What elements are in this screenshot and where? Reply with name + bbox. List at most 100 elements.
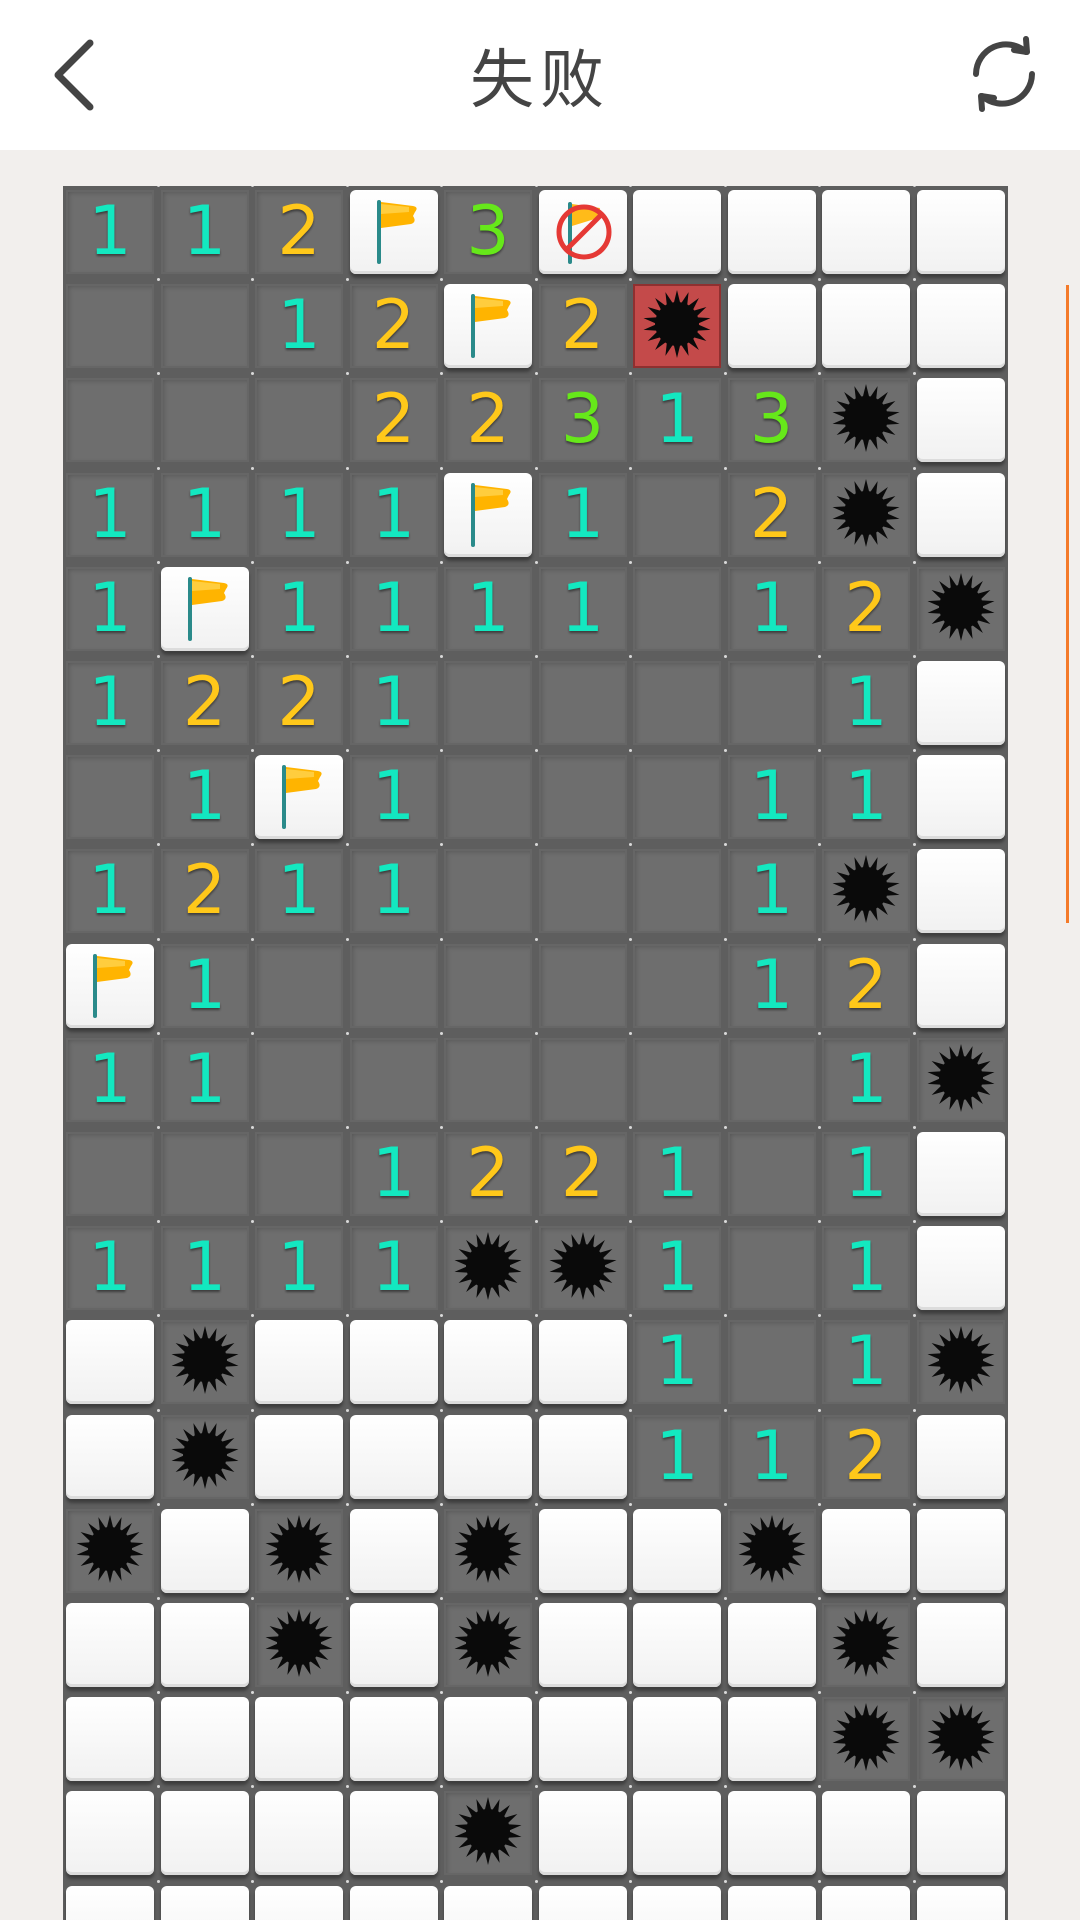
board-cell[interactable] <box>444 661 532 745</box>
board-cell[interactable]: 2 <box>444 1132 532 1216</box>
board-cell[interactable] <box>822 1508 910 1593</box>
board-cell[interactable]: 1 <box>255 1226 343 1311</box>
board-cell[interactable] <box>538 1791 627 1876</box>
board-cell[interactable]: 3 <box>727 378 816 463</box>
board-cell[interactable] <box>255 1885 343 1920</box>
board-cell[interactable] <box>822 1791 910 1876</box>
board-cell[interactable] <box>444 755 532 840</box>
board-cell[interactable] <box>633 1037 721 1122</box>
board-cell[interactable] <box>349 1508 438 1593</box>
board-cell[interactable]: 1 <box>822 755 910 840</box>
board-cell[interactable] <box>444 284 532 369</box>
board-cell[interactable] <box>727 1132 816 1216</box>
board-cell[interactable] <box>349 1414 438 1499</box>
board-cell[interactable]: 1 <box>349 755 438 840</box>
board-cell[interactable] <box>538 1226 627 1311</box>
board-cell[interactable] <box>916 1037 1005 1122</box>
board-cell[interactable] <box>255 1508 343 1593</box>
board-cell[interactable] <box>349 1320 438 1405</box>
board-cell[interactable]: 1 <box>349 1132 438 1216</box>
board-cell[interactable] <box>66 755 154 840</box>
board-cell[interactable]: 1 <box>66 661 154 745</box>
board-cell[interactable] <box>160 378 249 463</box>
board-cell[interactable] <box>160 1791 249 1876</box>
board-cell[interactable] <box>66 1320 154 1405</box>
board-cell[interactable] <box>444 849 532 934</box>
board-cell[interactable] <box>349 1603 438 1687</box>
board-cell[interactable] <box>916 1697 1005 1782</box>
board-cell[interactable] <box>633 1885 721 1920</box>
board-cell[interactable] <box>538 190 627 274</box>
board-cell[interactable] <box>916 284 1005 369</box>
board-cell[interactable] <box>538 1320 627 1405</box>
board-cell[interactable] <box>66 1885 154 1920</box>
board-cell[interactable] <box>255 755 343 840</box>
board-cell[interactable]: 2 <box>349 378 438 463</box>
board-cell[interactable] <box>916 472 1005 557</box>
board-cell[interactable] <box>727 1508 816 1593</box>
board-cell[interactable]: 2 <box>822 943 910 1028</box>
board-cell[interactable]: 1 <box>349 1226 438 1311</box>
board-cell[interactable] <box>255 1320 343 1405</box>
board-cell[interactable] <box>538 755 627 840</box>
board-cell[interactable]: 2 <box>538 284 627 369</box>
board-cell[interactable] <box>822 1697 910 1782</box>
board-cell[interactable] <box>66 1603 154 1687</box>
board-cell[interactable]: 2 <box>255 190 343 274</box>
board-cell[interactable]: 1 <box>160 755 249 840</box>
board-cell[interactable] <box>727 1603 816 1687</box>
board-cell[interactable] <box>444 1791 532 1876</box>
board-cell[interactable]: 1 <box>727 943 816 1028</box>
board-cell[interactable] <box>727 661 816 745</box>
board-cell[interactable]: 1 <box>66 849 154 934</box>
board-cell[interactable] <box>444 472 532 557</box>
board-cell[interactable] <box>727 190 816 274</box>
board-cell[interactable]: 1 <box>727 849 816 934</box>
board-cell[interactable] <box>66 943 154 1028</box>
board-cell[interactable] <box>633 1508 721 1593</box>
board-cell[interactable] <box>916 190 1005 274</box>
board-cell[interactable] <box>160 1885 249 1920</box>
board-cell[interactable]: 2 <box>349 284 438 369</box>
board-cell[interactable]: 1 <box>349 661 438 745</box>
board-cell[interactable] <box>633 566 721 651</box>
board-cell[interactable] <box>255 1603 343 1687</box>
board-cell[interactable] <box>916 755 1005 840</box>
board-cell[interactable] <box>916 1603 1005 1687</box>
board-cell[interactable] <box>349 1885 438 1920</box>
board-cell[interactable] <box>538 943 627 1028</box>
board-cell[interactable] <box>633 661 721 745</box>
board-cell[interactable] <box>444 1226 532 1311</box>
board-cell[interactable] <box>822 849 910 934</box>
board-cell[interactable] <box>160 566 249 651</box>
board-cell[interactable]: 1 <box>160 472 249 557</box>
board-cell[interactable] <box>916 1320 1005 1405</box>
board-cell[interactable] <box>727 1226 816 1311</box>
board-cell[interactable] <box>727 1885 816 1920</box>
board-cell[interactable] <box>255 1414 343 1499</box>
board-cell[interactable]: 1 <box>255 849 343 934</box>
board-cell[interactable] <box>444 1414 532 1499</box>
board-cell[interactable] <box>633 1697 721 1782</box>
board-cell[interactable]: 1 <box>822 661 910 745</box>
board-cell[interactable] <box>349 943 438 1028</box>
board-cell[interactable] <box>444 1320 532 1405</box>
board-cell[interactable] <box>633 755 721 840</box>
board-cell[interactable] <box>727 1697 816 1782</box>
board-cell[interactable]: 1 <box>160 1037 249 1122</box>
board-cell[interactable]: 1 <box>66 472 154 557</box>
board-cell[interactable]: 1 <box>727 755 816 840</box>
board-cell[interactable] <box>633 190 721 274</box>
board-cell[interactable] <box>633 849 721 934</box>
board-cell[interactable] <box>538 1037 627 1122</box>
board-cell[interactable] <box>255 378 343 463</box>
board-cell[interactable] <box>538 1885 627 1920</box>
board-cell[interactable] <box>916 378 1005 463</box>
board-cell[interactable] <box>444 1697 532 1782</box>
restart-button[interactable] <box>962 32 1046 116</box>
board-cell[interactable] <box>444 1885 532 1920</box>
board-cell[interactable]: 2 <box>255 661 343 745</box>
board-cell[interactable] <box>822 284 910 369</box>
board-cell[interactable] <box>822 1603 910 1687</box>
board-cell[interactable]: 2 <box>538 1132 627 1216</box>
